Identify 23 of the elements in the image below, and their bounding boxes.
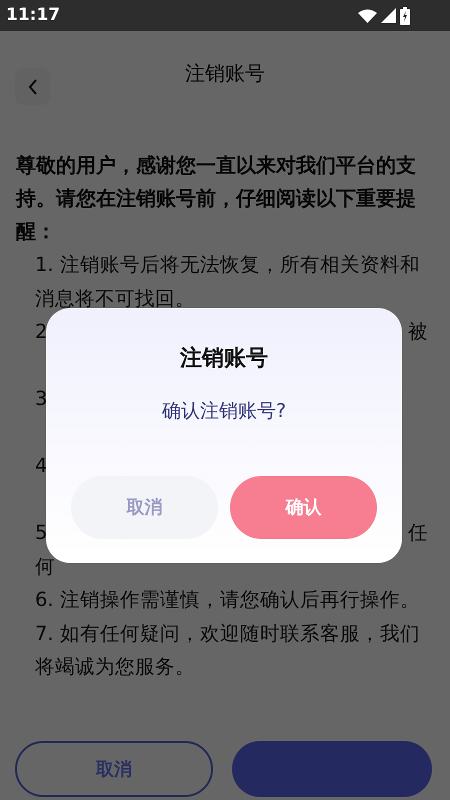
- status-time: 11:17: [6, 4, 60, 27]
- cancel-button[interactable]: 取消: [15, 741, 213, 797]
- notice-item-fragment: 4: [35, 453, 48, 479]
- wifi-icon: [358, 8, 377, 22]
- page-title: 注销账号: [185, 60, 265, 87]
- notice-item-fragment: 何: [35, 554, 55, 580]
- battery-icon: [400, 6, 410, 24]
- notice-item: 7. 如有任何疑问，欢迎随时联系客服，我们将竭诚为您服务。: [34, 620, 421, 680]
- notice-item-fragment: 5: [35, 520, 48, 546]
- signal-icon: [381, 8, 396, 23]
- notice-item-fragment: 被: [408, 319, 428, 345]
- dialog-title: 注销账号: [180, 345, 268, 373]
- dialog-confirm-button[interactable]: 确认: [230, 476, 377, 538]
- back-icon: [28, 78, 38, 94]
- notice-item: 6. 注销操作需谨慎，请您确认后再行操作。: [34, 587, 421, 613]
- dialog-message: 确认注销账号?: [162, 399, 286, 424]
- notice-item: 1. 注销账号后将无法恢复，所有相关资料和消息将不可找回。: [34, 252, 421, 312]
- notice-intro: 尊敬的用户，感谢您一直以来对我们平台的支持。请您在注销账号前，仔细阅读以下重要提醒：: [14, 153, 417, 245]
- back-button[interactable]: [15, 68, 50, 105]
- notice-item-fragment: 3: [35, 386, 48, 412]
- dialog-cancel-button[interactable]: 取消: [71, 476, 218, 538]
- notice-item-fragment: 2: [35, 319, 48, 345]
- notice-item-fragment: 任: [408, 520, 428, 546]
